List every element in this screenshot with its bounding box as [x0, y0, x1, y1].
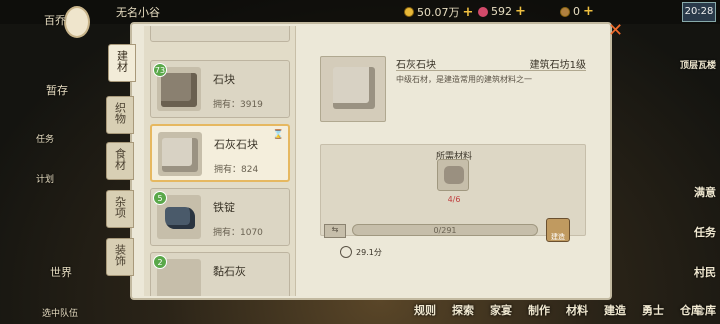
right-menu: 顶层瓦楼 满意 任务 村民 仓库 [678, 24, 720, 324]
clock-display: 20:28 [682, 2, 716, 22]
gem-icon [478, 6, 488, 17]
resource-icon [560, 6, 570, 17]
list-item-stone[interactable]: 73 石块 拥有：3919 [150, 60, 290, 118]
build-button[interactable]: 建造 [546, 218, 570, 242]
item-owned: 拥有：824 [214, 165, 259, 175]
left-item-4[interactable]: 世界 [50, 264, 72, 280]
item-owned: 拥有：3919 [213, 100, 263, 110]
bottom-item-1[interactable]: 探索 [452, 302, 474, 318]
quantity-icon[interactable]: ⇆ [324, 224, 346, 238]
left-item-5[interactable]: 选中队伍 [42, 306, 78, 319]
close-icon[interactable]: ✕ [608, 20, 623, 41]
bottom-item-0[interactable]: 规则 [414, 302, 436, 318]
detail-name: 石灰石块 [396, 60, 436, 71]
bottom-item-2[interactable]: 家宴 [490, 302, 512, 318]
quantity-slider[interactable]: 0/291 [352, 224, 538, 236]
tab-decor[interactable]: 装饰 [106, 238, 134, 276]
left-menu: 百乔 暂存 任务 计划 世界 选中队伍 [36, 0, 104, 324]
iron-ingot-icon [165, 207, 195, 229]
third-resource: 0 + [560, 4, 594, 19]
build-timer: 29.1分 [340, 246, 382, 258]
list-item-iron-ingot[interactable]: 5 铁锭 拥有：1070 [150, 188, 290, 246]
count-badge: 2 [153, 255, 167, 269]
list-item-clay[interactable]: 2 黏石灰 [150, 252, 290, 296]
count-badge: 73 [153, 63, 167, 77]
add-coins-button[interactable]: + [463, 5, 474, 20]
add-resource-button[interactable]: + [583, 4, 594, 19]
limestone-icon [333, 67, 375, 109]
list-item-limestone[interactable]: ⌛ 石灰石块 拥有：824 [150, 124, 290, 182]
third-value: 0 [573, 5, 580, 18]
bottom-item-3[interactable]: 制作 [528, 302, 550, 318]
detail-type: 建筑石坊1级 [529, 60, 586, 71]
hourglass-icon: ⌛ [272, 130, 284, 140]
bottom-item-6[interactable]: 勇士 [642, 302, 664, 318]
coins-display: 50.07万 + [404, 4, 473, 20]
item-thumb [158, 132, 202, 176]
gems-value: 592 [491, 5, 512, 18]
left-item-2[interactable]: 任务 [36, 132, 54, 145]
clock-icon [340, 246, 352, 258]
limestone-icon [162, 138, 198, 172]
bottom-item-5[interactable]: 建造 [604, 302, 626, 318]
count-badge: 5 [153, 191, 167, 205]
list-item-partial[interactable] [150, 26, 290, 42]
timer-value: 29.1分 [356, 247, 382, 257]
bottom-menu: 规则 探索 家宴 制作 材料 建造 勇士 仓库 [400, 298, 720, 324]
left-item-0[interactable]: 百乔 [44, 12, 66, 28]
bottom-item-7[interactable]: 仓库 [680, 302, 702, 318]
tab-food[interactable]: 食材 [106, 142, 134, 180]
item-name: 铁锭 [213, 201, 235, 214]
divider [396, 70, 586, 71]
bottom-item-4[interactable]: 材料 [566, 302, 588, 318]
req-count: 4/6 [447, 195, 461, 204]
item-detail: 石灰石块 建筑石坊1级 中级石材，是建造常用的建筑材料之一 所需材料 4/6 ⇆… [300, 26, 606, 296]
tab-building-materials[interactable]: 建材 [108, 44, 136, 82]
req-material-slot[interactable] [437, 159, 469, 191]
tab-misc[interactable]: 杂项 [106, 190, 134, 228]
right-item-0[interactable]: 顶层瓦楼 [680, 58, 716, 71]
item-name: 黏石灰 [213, 265, 246, 278]
stone-icon [161, 73, 197, 107]
tab-fabric[interactable]: 织物 [106, 96, 134, 134]
item-name: 石灰石块 [214, 138, 258, 151]
left-item-3[interactable]: 计划 [36, 172, 54, 185]
add-gems-button[interactable]: + [515, 4, 526, 19]
right-item-1[interactable]: 满意 [694, 184, 716, 200]
right-item-3[interactable]: 村民 [694, 264, 716, 280]
right-item-2[interactable]: 任务 [694, 224, 716, 240]
player-name: 无名小谷 [116, 6, 160, 19]
coin-icon [404, 7, 414, 17]
stone-ore-icon [444, 166, 464, 184]
detail-image [320, 56, 386, 122]
item-name: 石块 [213, 73, 235, 86]
detail-description: 中级石材，是建造常用的建筑材料之一 [396, 75, 532, 84]
gems-display: 592 + [478, 4, 526, 19]
left-item-1[interactable]: 暂存 [46, 82, 68, 98]
material-list[interactable]: 73 石块 拥有：3919 ⌛ 石灰石块 拥有：824 5 铁锭 拥有：1070… [144, 26, 296, 296]
coins-value: 50.07万 [417, 6, 460, 19]
item-owned: 拥有：1070 [213, 228, 263, 238]
